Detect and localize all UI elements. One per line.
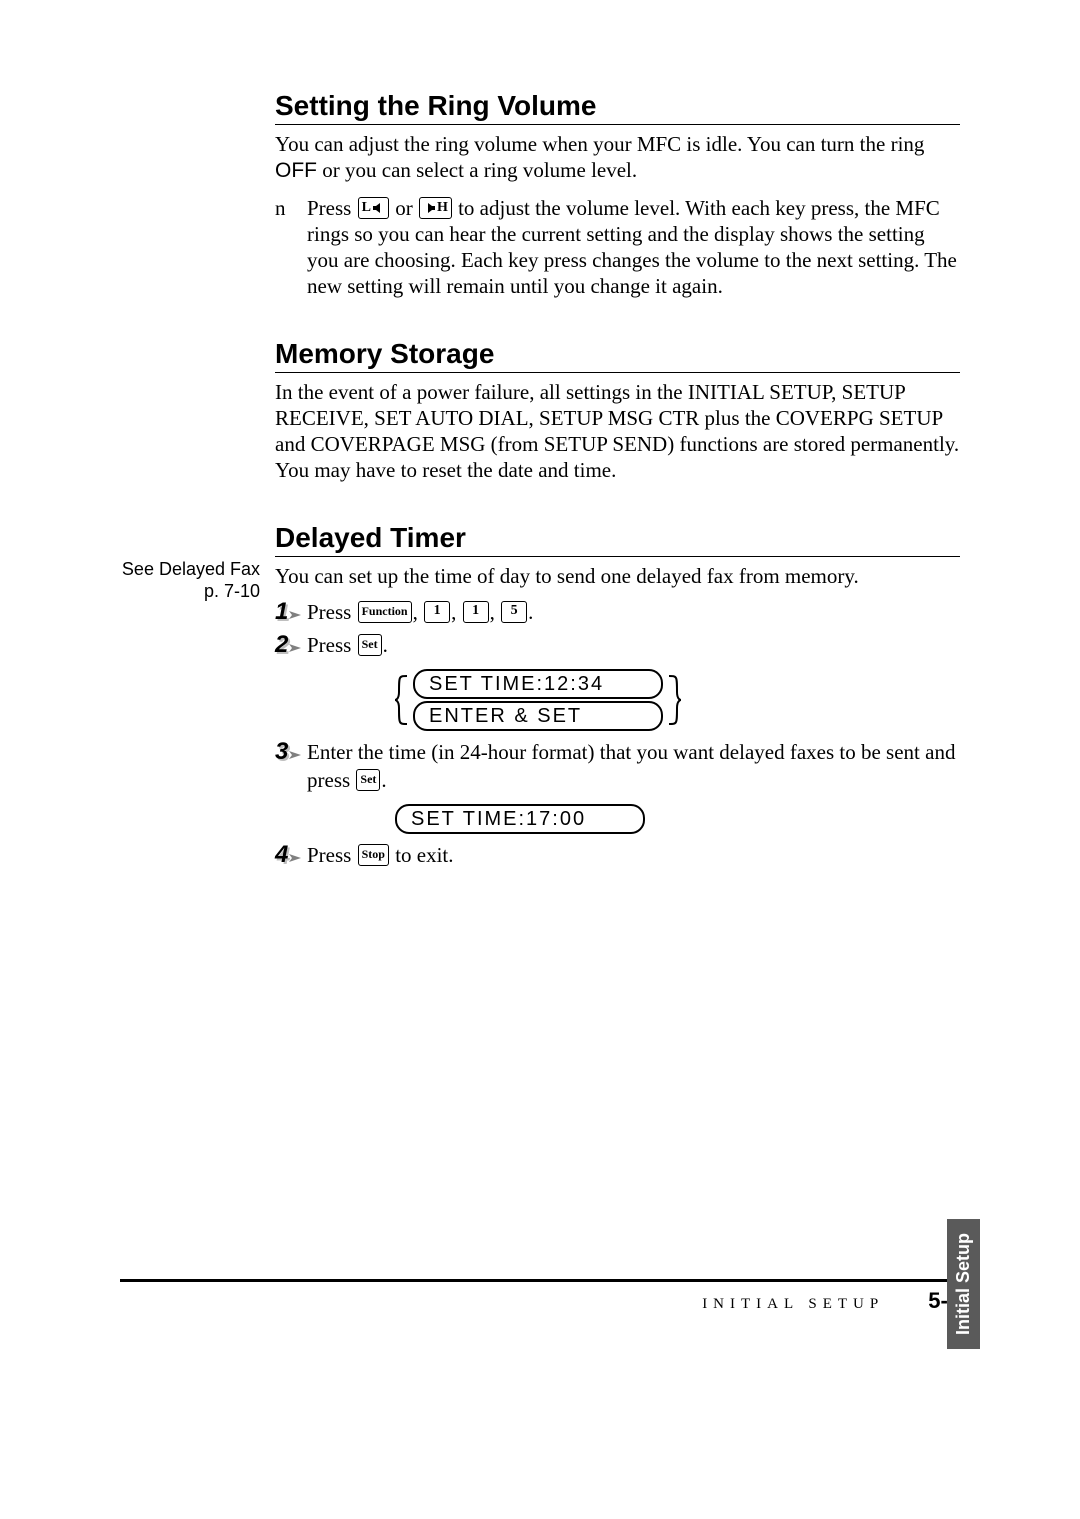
text: You can adjust the ring volume when your… bbox=[275, 132, 924, 156]
key-label: L bbox=[362, 199, 371, 217]
bullet-marker: n bbox=[275, 195, 307, 300]
key-5: 5 bbox=[501, 601, 527, 623]
key-1: 1 bbox=[463, 601, 489, 623]
lcd-line: SET TIME:17:00 bbox=[395, 804, 645, 834]
step-1: 1 1 Press Function, 1, 1, 5. bbox=[275, 599, 960, 626]
num-front: 1 bbox=[275, 599, 288, 625]
text: Press bbox=[307, 600, 357, 624]
section-memory-storage: Memory Storage In the event of a power f… bbox=[275, 338, 960, 484]
lcd-group: SET TIME:17:00 bbox=[395, 804, 645, 834]
text: Enter the time (in 24-hour format) that … bbox=[307, 740, 955, 791]
num-front: 3 bbox=[275, 739, 288, 765]
text: Press bbox=[307, 843, 357, 867]
key-volume-high: H bbox=[419, 197, 452, 219]
off-label: OFF bbox=[275, 159, 317, 182]
ring-instruction: n Press L or H to adjust the volume leve… bbox=[275, 195, 960, 300]
step-number-4: 4 4 bbox=[275, 842, 301, 868]
lcd-group: SET TIME:12:34 ENTER & SET bbox=[413, 669, 663, 731]
key-function: Function bbox=[358, 601, 412, 623]
bracket-left-icon bbox=[395, 672, 409, 728]
step-2: 2 2 Press Set. bbox=[275, 632, 960, 659]
lcd-display-2: SET TIME:17:00 bbox=[395, 804, 960, 834]
section-ring-volume: Setting the Ring Volume You can adjust t… bbox=[275, 90, 960, 300]
lcd-line-1: SET TIME:12:34 bbox=[413, 669, 663, 699]
memory-body: In the event of a power failure, all set… bbox=[275, 379, 960, 484]
speaker-icon bbox=[423, 203, 435, 213]
speaker-icon bbox=[373, 203, 385, 213]
bullet-text: Press L or H to adjust the volume level.… bbox=[307, 195, 960, 300]
key-label: H bbox=[437, 199, 448, 217]
step-3: 3 3 Enter the time (in 24-hour format) t… bbox=[275, 739, 960, 794]
step-text: Press Stop to exit. bbox=[307, 842, 454, 869]
side-tab: Initial Setup bbox=[947, 1219, 980, 1349]
key-volume-low: L bbox=[358, 197, 389, 219]
step-4: 4 4 Press Stop to exit. bbox=[275, 842, 960, 869]
key-stop: Stop bbox=[358, 844, 389, 866]
text: or you can select a ring volume level. bbox=[317, 158, 637, 182]
page-footer: INITIAL SETUP 5-7 bbox=[120, 1279, 960, 1314]
key-set: Set bbox=[356, 769, 380, 791]
text: . bbox=[383, 633, 388, 657]
text: . bbox=[381, 768, 386, 792]
heading-delayed-timer: Delayed Timer bbox=[275, 522, 960, 557]
num-front: 4 bbox=[275, 842, 288, 868]
content-column: Setting the Ring Volume You can adjust t… bbox=[275, 90, 960, 869]
arrow-icon bbox=[289, 854, 301, 862]
step-number-2: 2 2 bbox=[275, 632, 301, 658]
text: Press bbox=[307, 196, 357, 220]
arrow-icon bbox=[289, 644, 301, 652]
text: . bbox=[528, 600, 533, 624]
delayed-intro: You can set up the time of day to send o… bbox=[275, 563, 960, 589]
margin-note-delayed-fax: See Delayed Fax p. 7-10 bbox=[120, 558, 260, 603]
key-set: Set bbox=[358, 634, 382, 656]
bracket-right-icon bbox=[667, 672, 681, 728]
step-text: Press Function, 1, 1, 5. bbox=[307, 599, 533, 626]
section-delayed-timer: See Delayed Fax p. 7-10 Delayed Timer Yo… bbox=[275, 522, 960, 870]
page: Setting the Ring Volume You can adjust t… bbox=[0, 0, 1080, 1519]
text: or bbox=[390, 196, 418, 220]
step-number-3: 3 3 bbox=[275, 739, 301, 765]
arrow-icon bbox=[289, 611, 301, 619]
lcd-display-1: SET TIME:12:34 ENTER & SET bbox=[395, 669, 960, 731]
text: to exit. bbox=[390, 843, 454, 867]
step-text: Enter the time (in 24-hour format) that … bbox=[307, 739, 960, 794]
step-number-1: 1 1 bbox=[275, 599, 301, 625]
footer-section-label: INITIAL SETUP bbox=[702, 1296, 884, 1312]
ring-intro: You can adjust the ring volume when your… bbox=[275, 131, 960, 185]
heading-ring-volume: Setting the Ring Volume bbox=[275, 90, 960, 125]
arrow-icon bbox=[289, 751, 301, 759]
key-1: 1 bbox=[424, 601, 450, 623]
num-front: 2 bbox=[275, 632, 288, 658]
heading-memory-storage: Memory Storage bbox=[275, 338, 960, 373]
text: Press bbox=[307, 633, 357, 657]
lcd-line-2: ENTER & SET bbox=[413, 701, 663, 731]
step-text: Press Set. bbox=[307, 632, 388, 659]
